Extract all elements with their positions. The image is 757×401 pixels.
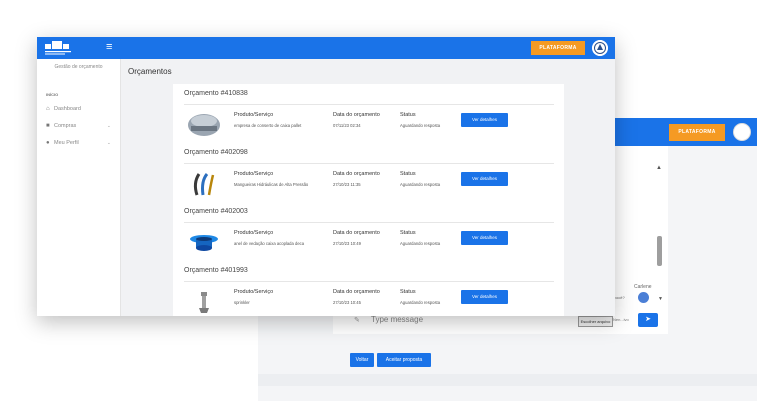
quote-date: 27/10/23 11:35 <box>333 182 361 187</box>
product-header: Produto/Serviço <box>234 289 274 295</box>
status-header: Status <box>400 289 416 295</box>
status-header: Status <box>400 230 416 236</box>
sidebar-item-label: Dashboard <box>54 106 81 112</box>
send-button[interactable]: ➤ <box>638 313 658 327</box>
divider <box>184 222 554 223</box>
product-name: anel de vedação caixa acoplada deca <box>234 241 305 246</box>
menu-icon[interactable]: ≡ <box>106 42 112 53</box>
sidebar-item-dashboard[interactable]: ⌂ Dashboard <box>46 106 81 112</box>
file-status: Nen...ivo <box>613 317 629 322</box>
chat-user-name: Carlene <box>634 284 652 290</box>
quote-title: Orçamento #401993 <box>184 267 248 274</box>
user-icon: ● <box>46 140 50 146</box>
quote-status: Aguardando resposta <box>400 241 441 246</box>
back-footer-strip <box>258 374 757 386</box>
sidebar-item-label: Meu Perfil <box>54 140 79 146</box>
product-name: Mangueiras Hidráulicas de Alta Pressão <box>234 182 309 187</box>
main-content: Orçamentos Orçamento #410838 Produto/Ser… <box>121 59 615 316</box>
product-name: empresa de conserto de caixa pallet <box>234 123 302 128</box>
quote-title: Orçamento #410838 <box>184 90 248 97</box>
quote-date: 07/11/23 02:34 <box>333 123 361 128</box>
quote-title: Orçamento #402003 <box>184 208 248 215</box>
back-avatar[interactable] <box>733 123 751 141</box>
main-window: ≡ Gestão de orçamento INÍCIO ⌂ Dashboard … <box>37 37 615 316</box>
sidebar-title: Gestão de orçamento <box>54 64 103 70</box>
chevron-down-icon: ⌄ <box>107 123 111 128</box>
quote-item: Orçamento #402003 Produto/Serviço anel d… <box>173 202 564 260</box>
logo <box>45 41 71 55</box>
sidebar-item-meu-perfil[interactable]: ● Meu Perfil ⌄ <box>46 140 111 146</box>
date-header: Data do orçamento <box>333 171 380 177</box>
product-image-pallet <box>188 114 220 136</box>
avatar[interactable] <box>592 40 608 56</box>
chat-scrollbar[interactable] <box>657 236 662 266</box>
quote-item: Orçamento #410838 Produto/Serviço empres… <box>173 84 564 142</box>
sidebar: ≡ Gestão de orçamento INÍCIO ⌂ Dashboard … <box>37 37 121 316</box>
date-header: Data do orçamento <box>333 112 380 118</box>
product-image-hoses <box>193 173 215 196</box>
product-image-seal-ring <box>190 235 218 251</box>
chat-partial-text: você? <box>614 295 625 300</box>
view-details-button[interactable]: Ver detalhes <box>461 172 508 186</box>
message-icon: ✎ <box>354 317 360 324</box>
product-header: Produto/Serviço <box>234 230 274 236</box>
scroll-up-icon[interactable]: ▲ <box>656 165 662 171</box>
home-icon: ⌂ <box>46 106 50 112</box>
accept-proposal-button[interactable]: Aceitar proposta <box>377 353 431 367</box>
status-header: Status <box>400 171 416 177</box>
platform-button[interactable]: PLATAFORMA <box>531 41 585 55</box>
quote-item: Orçamento #402098 Produto/Serviço Mangue… <box>173 143 564 201</box>
quote-status: Aguardando resposta <box>400 182 441 187</box>
divider <box>184 104 554 105</box>
date-header: Data do orçamento <box>333 289 380 295</box>
brand-bar: ≡ <box>37 37 120 59</box>
quote-item: Orçamento #401993 Produto/Serviço sprink… <box>173 261 564 316</box>
quote-status: Aguardando resposta <box>400 300 441 305</box>
back-platform-button[interactable]: PLATAFORMA <box>669 124 725 141</box>
quote-status: Aguardando resposta <box>400 123 441 128</box>
message-input[interactable]: Type message <box>371 315 423 324</box>
view-details-button[interactable]: Ver detalhes <box>461 290 508 304</box>
back-button[interactable]: Voltar <box>350 353 374 367</box>
view-details-button[interactable]: Ver detalhes <box>461 231 508 245</box>
divider <box>184 163 554 164</box>
scroll-down-icon[interactable]: ▼ <box>658 296 663 302</box>
choose-file-button[interactable]: Escolher arquivo <box>578 316 613 327</box>
quote-date: 27/10/23 10:45 <box>333 300 361 305</box>
product-header: Produto/Serviço <box>234 171 274 177</box>
quotes-card: Orçamento #410838 Produto/Serviço empres… <box>173 84 564 316</box>
status-header: Status <box>400 112 416 118</box>
quote-date: 27/10/23 10:49 <box>333 241 361 246</box>
sidebar-item-compras[interactable]: ■ Compras ⌄ <box>46 123 111 129</box>
divider <box>184 281 554 282</box>
product-name: sprinkler <box>234 300 250 305</box>
view-details-button[interactable]: Ver detalhes <box>461 113 508 127</box>
sidebar-section-label: INÍCIO <box>46 92 59 97</box>
date-header: Data do orçamento <box>333 230 380 236</box>
bag-icon: ■ <box>46 123 50 129</box>
sidebar-item-label: Compras <box>54 123 77 129</box>
chevron-down-icon: ⌄ <box>107 140 111 145</box>
quote-title: Orçamento #402098 <box>184 149 248 156</box>
chat-avatar <box>638 292 649 303</box>
send-icon: ➤ <box>645 316 651 323</box>
product-image-sprinkler <box>199 292 209 313</box>
product-header: Produto/Serviço <box>234 112 274 118</box>
page-title: Orçamentos <box>128 67 172 76</box>
